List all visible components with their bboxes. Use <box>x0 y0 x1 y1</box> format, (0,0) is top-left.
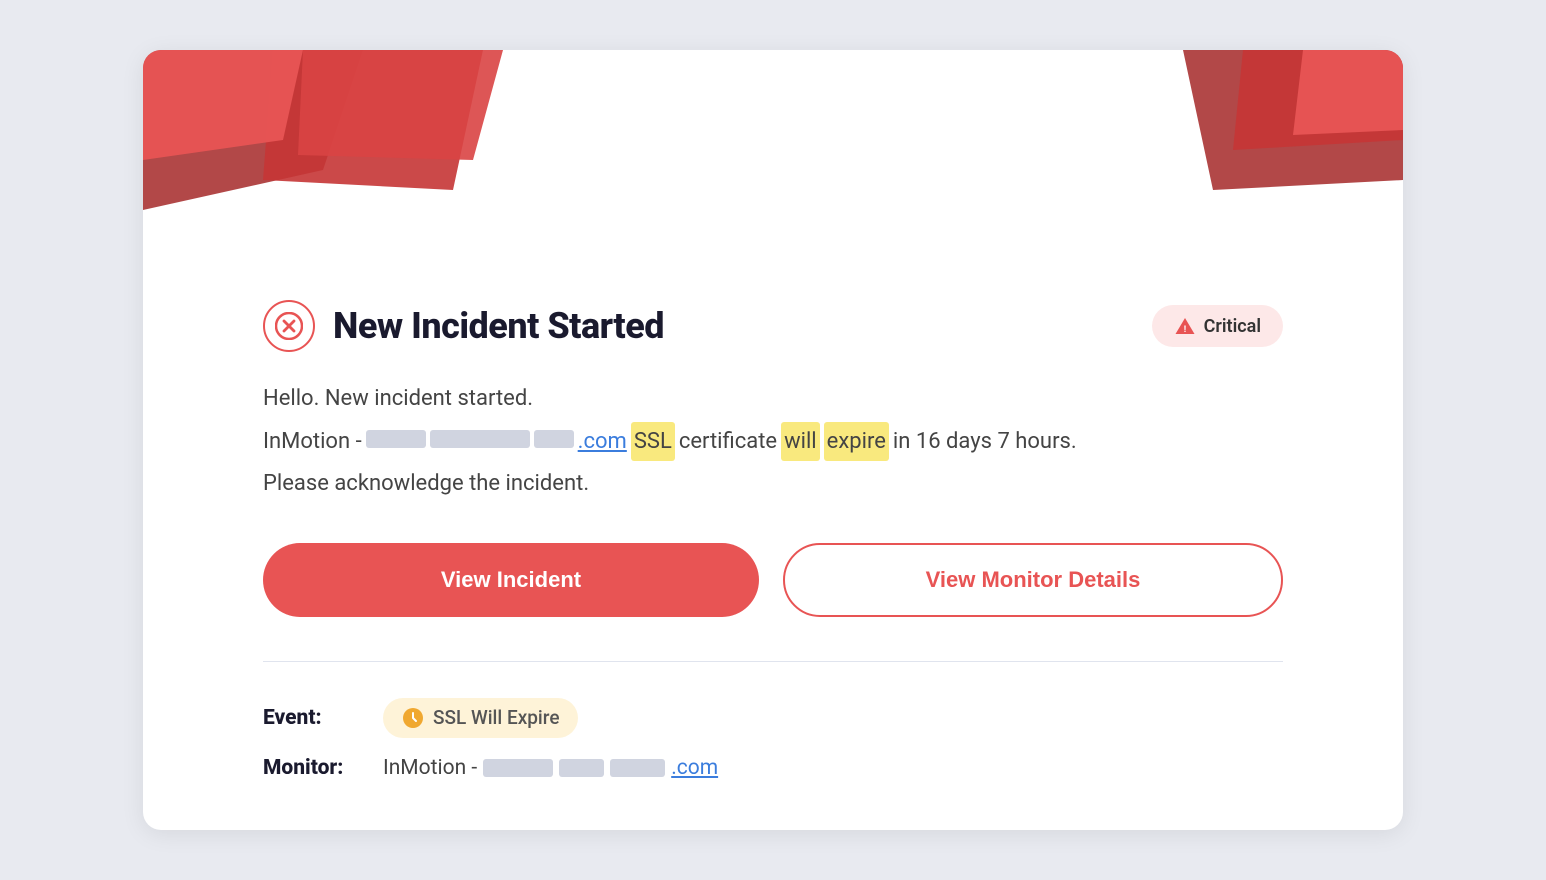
event-label: Event: <box>263 706 373 730</box>
message-line-2: InMotion - .com SSL certificate will exp… <box>263 422 1283 461</box>
critical-badge: ! Critical <box>1152 305 1283 347</box>
incident-title: New Incident Started <box>333 305 664 347</box>
svg-text:!: ! <box>1183 325 1185 335</box>
critical-label: Critical <box>1204 316 1261 337</box>
buttons-row: View Incident View Monitor Details <box>263 543 1283 617</box>
monitor-row: Monitor: InMotion - .com <box>263 756 1283 780</box>
monitor-label: Monitor: <box>263 756 373 780</box>
notification-card: New Incident Started ! Critical Hello. N… <box>143 50 1403 829</box>
redacted-1 <box>366 430 426 448</box>
error-circle-icon <box>263 300 315 352</box>
monitor-redacted-3 <box>610 759 665 777</box>
message-prefix: InMotion - <box>263 423 362 460</box>
warning-triangle-icon: ! <box>1174 315 1196 337</box>
monitor-link[interactable]: .com <box>671 756 718 780</box>
redacted-2 <box>430 430 530 448</box>
details-section: Event: SSL Will Expire Monitor: InMotion… <box>263 698 1283 780</box>
card-body: New Incident Started ! Critical Hello. N… <box>143 250 1403 829</box>
event-row: Event: SSL Will Expire <box>263 698 1283 738</box>
message-line-1: Hello. New incident started. <box>263 380 1283 417</box>
will-highlight: will <box>781 422 820 461</box>
deco-top-left <box>143 50 503 250</box>
monitor-prefix: InMotion - <box>383 756 477 780</box>
monitor-redacted-2 <box>559 759 604 777</box>
message-body: Hello. New incident started. InMotion - … <box>263 380 1283 502</box>
message-middle: certificate <box>679 423 777 460</box>
event-badge: SSL Will Expire <box>383 698 578 738</box>
expire-highlight: expire <box>824 422 889 461</box>
view-monitor-button[interactable]: View Monitor Details <box>783 543 1283 617</box>
view-incident-button[interactable]: View Incident <box>263 543 759 617</box>
message-suffix: in 16 days 7 hours. <box>893 423 1077 460</box>
clock-icon <box>401 706 425 730</box>
event-value: SSL Will Expire <box>433 706 560 729</box>
redacted-3 <box>534 430 574 448</box>
monitor-redacted-1 <box>483 759 553 777</box>
title-area: New Incident Started <box>263 300 664 352</box>
domain-link[interactable]: .com <box>578 423 627 460</box>
monitor-value: InMotion - .com <box>383 756 718 780</box>
section-divider <box>263 661 1283 662</box>
ssl-highlight: SSL <box>631 422 675 461</box>
message-line-3: Please acknowledge the incident. <box>263 465 1283 502</box>
deco-top-right <box>1123 50 1403 230</box>
header-row: New Incident Started ! Critical <box>263 300 1283 352</box>
